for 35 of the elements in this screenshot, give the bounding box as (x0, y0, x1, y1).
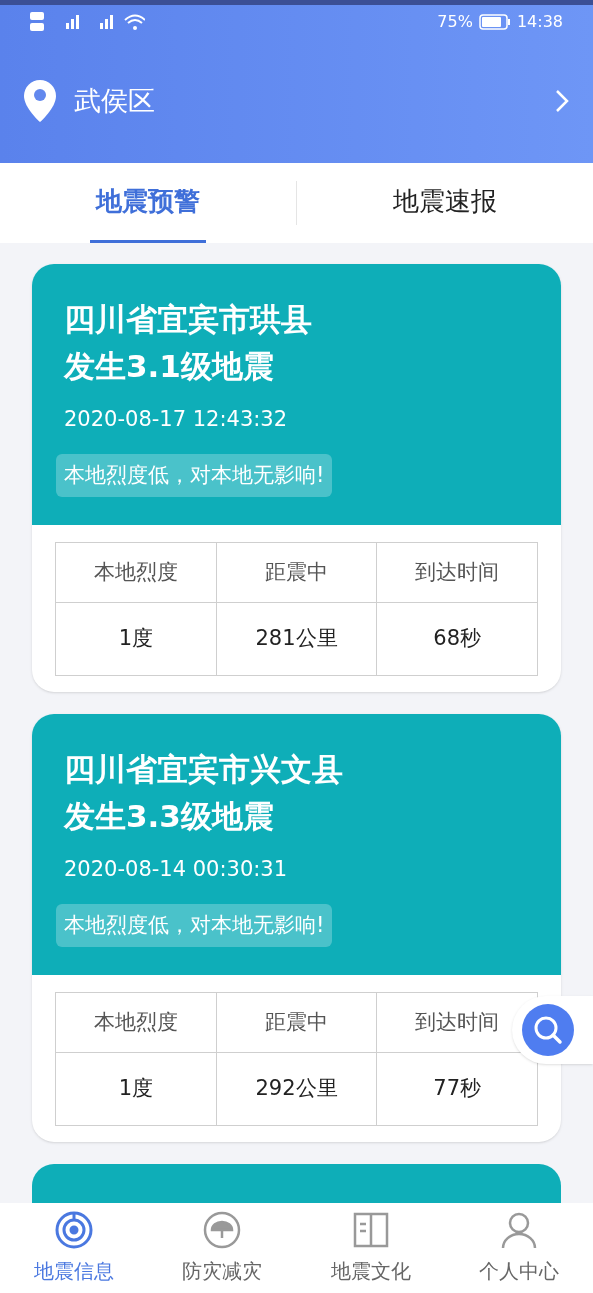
table-cell: 1度 (56, 603, 217, 676)
alert-time: 2020-08-14 00:30:31 (63, 856, 288, 883)
alert-title: 发生3.3级地震 (62, 797, 274, 836)
battery-icon (478, 14, 511, 30)
alert-title: 四川省宜宾市珙县 (63, 300, 312, 339)
table-header: 距震中 (216, 543, 378, 603)
table-header: 本地烈度 (56, 993, 217, 1053)
alert-title: 四川省宜宾市兴文县 (63, 750, 343, 789)
table-header: 距震中 (216, 993, 378, 1053)
tab[interactable]: 地震速报 (387, 163, 503, 243)
impact-notice: 本地烈度低，对本地无影响! (56, 453, 333, 497)
nav-item[interactable]: 防灾减灾 (148, 1203, 297, 1293)
radar-icon (54, 1210, 95, 1250)
impact-notice: 本地烈度低，对本地无影响! (56, 903, 333, 947)
table-cell: 68秒 (377, 603, 538, 676)
battery-percent: 75% (437, 11, 473, 33)
table-cell: 1度 (56, 1053, 217, 1126)
clock-time: 14:38 (516, 11, 563, 33)
location-pin-icon (24, 80, 56, 122)
search-button[interactable] (512, 996, 593, 1064)
umbrella-icon (202, 1210, 243, 1250)
nav-item[interactable]: 个人中心 (444, 1203, 593, 1293)
location-bar[interactable]: 武侯区 (0, 39, 593, 163)
nav-item[interactable]: 地震信息 (0, 1203, 149, 1293)
tab[interactable]: 地震预警 (90, 163, 206, 243)
table-header: 本地烈度 (56, 543, 217, 603)
search-icon (522, 1004, 574, 1056)
location-name: 武侯区 (74, 83, 155, 118)
alert-title: 发生3.1级地震 (62, 347, 274, 386)
table-header: 到达时间 (377, 543, 538, 603)
chevron-right-icon (555, 89, 569, 113)
table-cell: 281公里 (216, 603, 378, 676)
alert-time: 2020-08-17 12:43:32 (63, 406, 288, 433)
table-cell: 292公里 (216, 1053, 378, 1126)
nav-item[interactable]: 地震文化 (296, 1203, 445, 1293)
